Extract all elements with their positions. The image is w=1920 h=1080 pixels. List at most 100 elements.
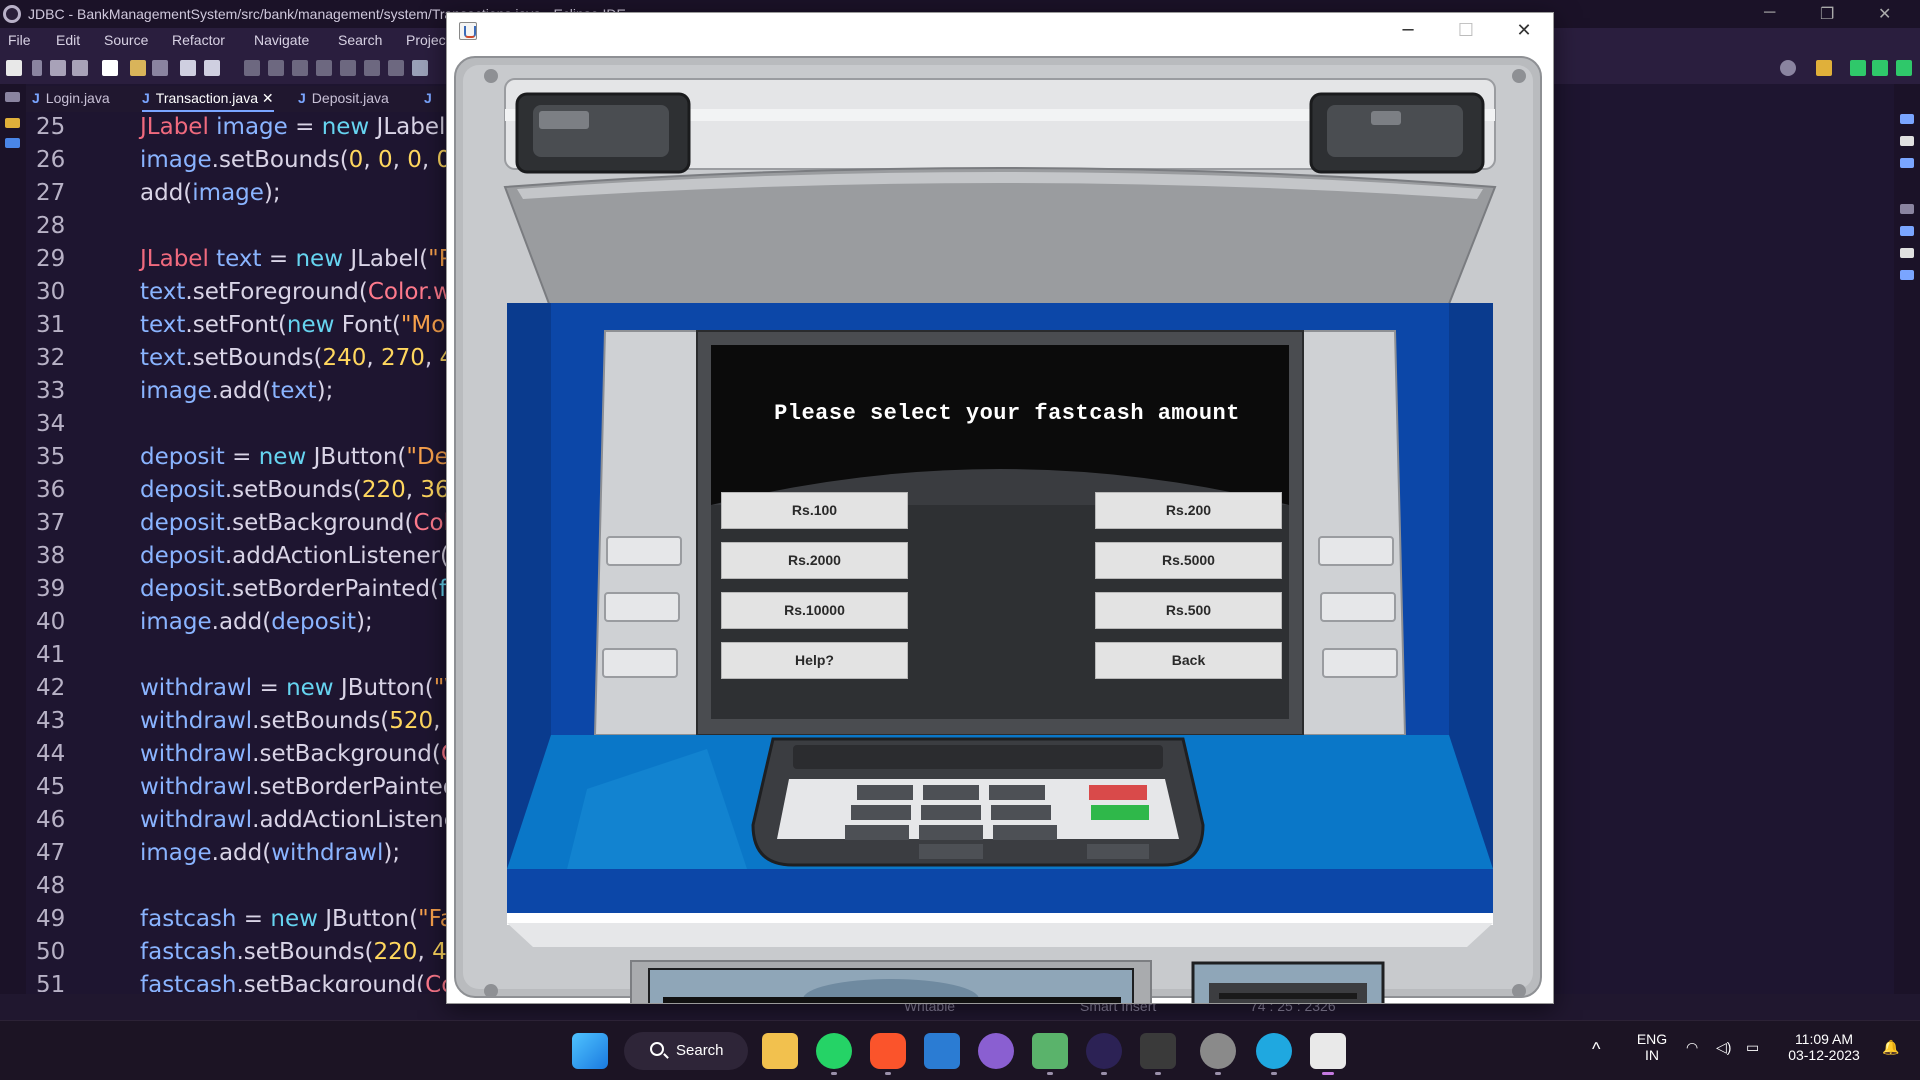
language-indicator[interactable]: ENG IN <box>1630 1031 1674 1063</box>
rs5000-button[interactable]: Rs.5000 <box>1095 542 1282 579</box>
menu-edit[interactable]: Edit <box>56 32 80 48</box>
code-editor[interactable]: 25JLabel image = new JLabel(i3 26image.s… <box>26 112 446 992</box>
console-icon[interactable] <box>1900 226 1914 236</box>
menu-navigate[interactable]: Navigate <box>254 32 309 48</box>
rs100-button[interactable]: Rs.100 <box>721 492 908 529</box>
print-icon[interactable] <box>102 60 118 76</box>
monitor-icon[interactable] <box>180 60 196 76</box>
left-sidebar-strip <box>0 84 26 1014</box>
running-indicator <box>1101 1072 1107 1075</box>
back-button[interactable]: Back <box>1095 642 1282 679</box>
windows-taskbar: Search ^ ENG IN ◠ ◁) ▭ 11:09 AM 03-12-20… <box>0 1020 1920 1080</box>
start-icon[interactable] <box>572 1033 608 1069</box>
rs500-button[interactable]: Rs.500 <box>1095 592 1282 629</box>
properties-icon[interactable] <box>1900 248 1914 258</box>
volume-icon[interactable]: ◁) <box>1716 1039 1731 1056</box>
search-files-icon[interactable] <box>204 60 220 76</box>
menu-refactor[interactable]: Refactor <box>172 32 225 48</box>
chevron-down-icon[interactable] <box>32 60 42 76</box>
brave-icon[interactable] <box>870 1033 906 1069</box>
outline-panel <box>1554 86 1894 1006</box>
step-return-icon[interactable] <box>388 60 404 76</box>
side-key-left-1 <box>606 536 682 566</box>
undo-icon[interactable] <box>130 60 146 76</box>
java-perspective-icon[interactable] <box>1896 60 1912 76</box>
netbeans-icon[interactable] <box>1032 1033 1068 1069</box>
java-ee-icon[interactable] <box>1850 60 1866 76</box>
restore-view-icon[interactable] <box>1900 204 1914 214</box>
running-indicator <box>831 1072 837 1075</box>
debug-perspective-icon[interactable] <box>1872 60 1888 76</box>
outline-icon[interactable] <box>412 60 428 76</box>
disconnect-icon[interactable] <box>316 60 332 76</box>
package-explorer-icon[interactable] <box>5 118 20 128</box>
clock[interactable]: 11:09 AM 03-12-2023 <box>1776 1031 1872 1063</box>
menu-search[interactable]: Search <box>338 32 382 48</box>
chevron-up-icon[interactable]: ^ <box>1592 1039 1600 1060</box>
close-button[interactable]: ✕ <box>1495 13 1553 49</box>
search-icon[interactable] <box>1780 60 1796 76</box>
rs200-button[interactable]: Rs.200 <box>1095 492 1282 529</box>
side-key-right-2 <box>1320 592 1396 622</box>
rs2000-button[interactable]: Rs.2000 <box>721 542 908 579</box>
restore-icon[interactable]: ❐ <box>1820 4 1834 24</box>
menu-file[interactable]: File <box>8 32 31 48</box>
tab-close-icon[interactable]: ✕ <box>262 90 274 106</box>
save-icon[interactable] <box>50 60 66 76</box>
java-icon[interactable] <box>1310 1033 1346 1069</box>
restore-view-icon[interactable] <box>5 92 20 102</box>
atm-screw <box>484 69 498 83</box>
atm-screw <box>1512 69 1526 83</box>
keypad-enter-key <box>1091 805 1149 820</box>
right-sidebar-strip <box>1894 84 1920 1014</box>
outline-view-icon[interactable] <box>5 138 20 148</box>
active-indicator <box>1322 1072 1334 1075</box>
minimize-icon[interactable]: ─ <box>1764 4 1775 22</box>
suspend-icon[interactable] <box>268 60 284 76</box>
battery-icon[interactable]: ▭ <box>1746 1039 1759 1056</box>
file-explorer-icon[interactable] <box>762 1033 798 1069</box>
java-file-icon: J <box>142 90 150 106</box>
close-icon[interactable]: ✕ <box>1878 4 1891 24</box>
perspective-icon[interactable] <box>1816 60 1832 76</box>
settings-icon[interactable] <box>1200 1033 1236 1069</box>
terminal-icon[interactable] <box>1900 270 1914 280</box>
atm-window-title-bar[interactable]: ─ ☐ ✕ <box>447 13 1553 49</box>
outline-view-icon[interactable] <box>1900 114 1914 124</box>
java-file-icon: J <box>32 90 40 106</box>
tab-overflow[interactable]: J <box>424 90 438 106</box>
redo-icon[interactable] <box>152 60 168 76</box>
search-icon <box>650 1042 664 1056</box>
wifi-icon[interactable]: ◠ <box>1686 1039 1698 1056</box>
tab-transaction-java[interactable]: J Transaction.java ✕ <box>142 90 274 112</box>
eclipse-icon[interactable] <box>1086 1033 1122 1069</box>
menu-project[interactable]: Project <box>406 32 450 48</box>
save-all-icon[interactable] <box>72 60 88 76</box>
keypad-cancel-key <box>1089 785 1147 800</box>
tab-deposit-java[interactable]: J Deposit.java <box>298 90 389 106</box>
rs10000-button[interactable]: Rs.10000 <box>721 592 908 629</box>
atm-screw <box>484 984 498 998</box>
step-over-icon[interactable] <box>364 60 380 76</box>
running-indicator <box>885 1072 891 1075</box>
java-file-icon: J <box>298 90 306 106</box>
menu-source[interactable]: Source <box>104 32 148 48</box>
side-key-right-1 <box>1318 536 1394 566</box>
help-button[interactable]: Help? <box>721 642 908 679</box>
taskbar-search[interactable]: Search <box>624 1032 748 1070</box>
todo-icon[interactable] <box>924 1033 960 1069</box>
notification-icon[interactable]: 🔔 <box>1882 1039 1899 1056</box>
github-icon[interactable] <box>978 1033 1014 1069</box>
terminal-icon[interactable] <box>1140 1033 1176 1069</box>
task-list-icon[interactable] <box>1900 136 1914 146</box>
minimize-button[interactable]: ─ <box>1379 13 1437 49</box>
resume-icon[interactable] <box>244 60 260 76</box>
new-icon[interactable] <box>6 60 22 76</box>
edge-icon[interactable] <box>1256 1033 1292 1069</box>
step-into-icon[interactable] <box>340 60 356 76</box>
atm-image: Please select your fastcash amount Rs.10… <box>447 49 1553 1003</box>
tab-login-java[interactable]: J Login.java <box>32 90 110 106</box>
whatsapp-icon[interactable] <box>816 1033 852 1069</box>
problems-icon[interactable] <box>1900 158 1914 168</box>
terminate-icon[interactable] <box>292 60 308 76</box>
